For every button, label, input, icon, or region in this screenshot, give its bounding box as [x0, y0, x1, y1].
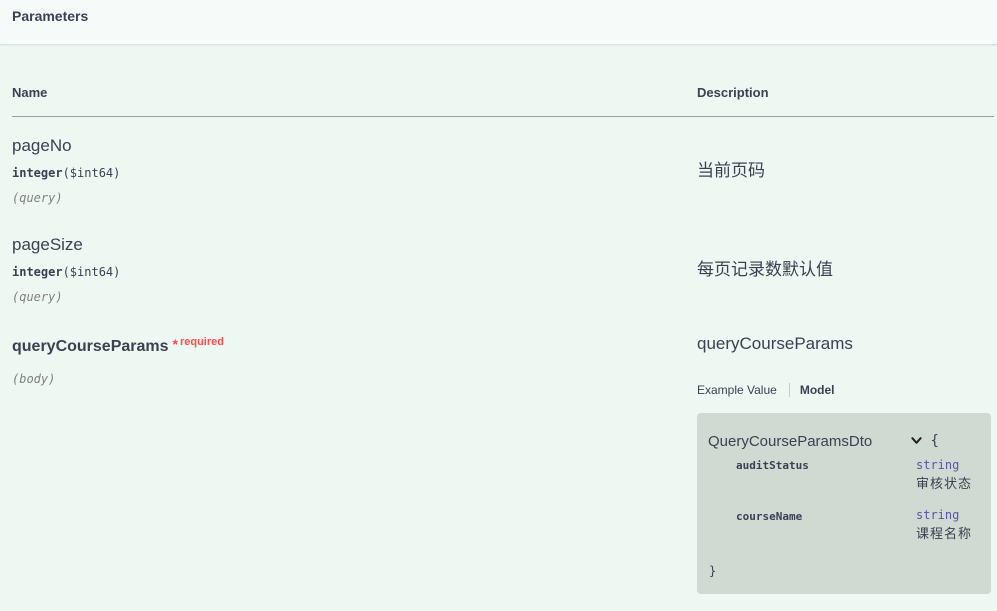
param-name-pagesize: pageSize	[12, 235, 83, 254]
param-description-pagesize: 每页记录数默认值	[697, 260, 833, 279]
property-description-coursename: 课程名称	[916, 526, 973, 541]
close-brace: }	[709, 564, 717, 578]
param-name-querycourseparams: queryCourseParams * required	[12, 336, 224, 356]
param-in-querycourseparams: (body)	[12, 372, 56, 386]
param-description-querycourseparams: queryCourseParams	[697, 334, 853, 353]
model-title[interactable]: QueryCourseParamsDto	[708, 433, 872, 450]
required-label: required	[179, 336, 224, 348]
param-in-pagesize: (query)	[12, 290, 63, 304]
tab-model[interactable]: Model	[790, 383, 835, 397]
param-description-pageno: 当前页码	[697, 161, 765, 180]
chevron-down-icon[interactable]	[911, 435, 922, 446]
example-model-tabs: Example Value Model	[697, 383, 835, 399]
param-in-pageno: (query)	[12, 191, 63, 205]
param-name-label: queryCourseParams	[12, 338, 169, 355]
open-brace: {	[930, 433, 939, 449]
property-description-auditstatus: 审核状态	[916, 476, 973, 491]
column-header-name: Name	[12, 85, 48, 100]
param-format-label: ($int64)	[62, 265, 121, 279]
param-type-pageno: integer($int64)	[12, 166, 120, 180]
param-type-label: integer	[12, 166, 63, 180]
parameters-header: Parameters	[0, 0, 997, 44]
section-title: Parameters	[12, 8, 89, 24]
property-type-coursename: string	[916, 508, 960, 522]
property-name-coursename: courseName	[736, 510, 803, 523]
column-header-description: Description	[697, 85, 769, 100]
property-name-auditstatus: auditStatus	[736, 459, 809, 472]
required-star: *	[172, 336, 178, 352]
param-name-pageno: pageNo	[12, 136, 72, 155]
tab-example-value[interactable]: Example Value	[697, 383, 790, 397]
param-type-label: integer	[12, 265, 63, 279]
param-type-pagesize: integer($int64)	[12, 265, 120, 279]
param-format-label: ($int64)	[62, 166, 121, 180]
property-type-auditstatus: string	[916, 458, 960, 472]
model-toggle[interactable]: {	[911, 433, 939, 449]
header-divider	[12, 116, 994, 117]
model-box: QueryCourseParamsDto { auditStatus strin…	[697, 413, 991, 594]
